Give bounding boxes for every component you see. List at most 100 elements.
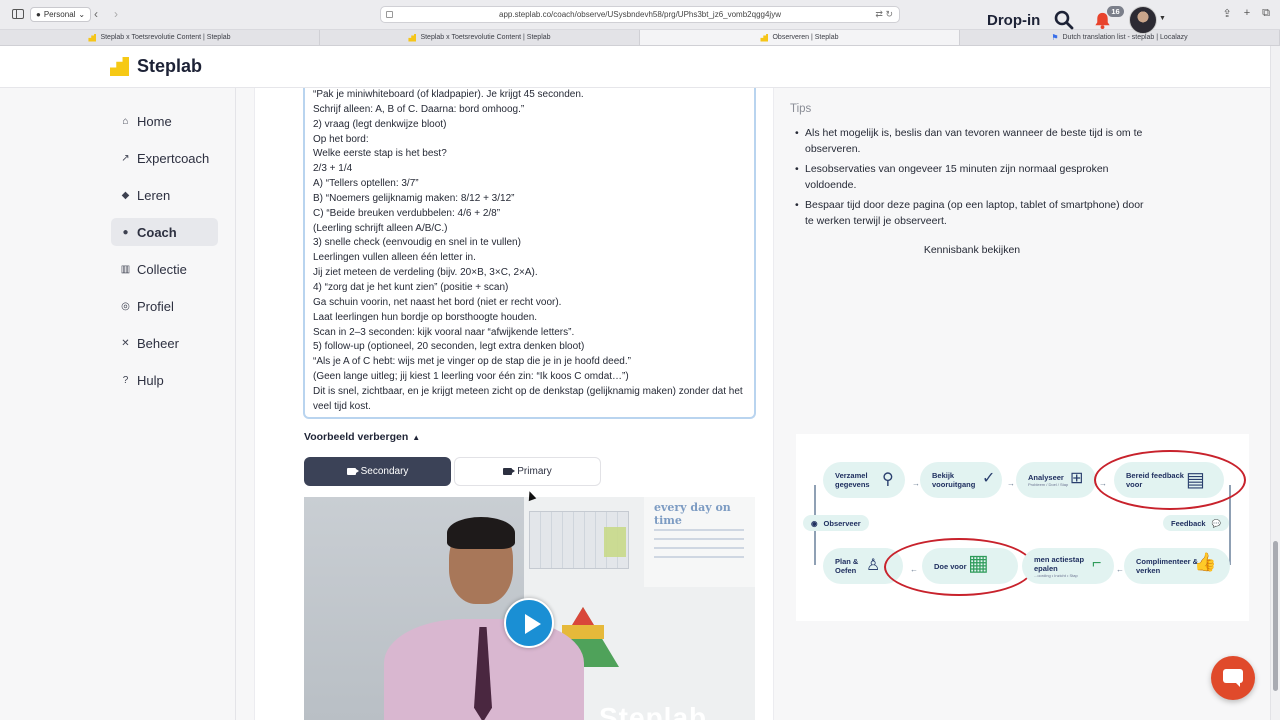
- browser-tab-active[interactable]: Observeren | Steplab: [640, 30, 960, 45]
- sidebar-item-collectie[interactable]: ▥ Collectie: [111, 255, 218, 283]
- step-label: Complimenteer & verken: [1136, 557, 1199, 575]
- sidebar-item-leren[interactable]: ◆ Leren: [111, 181, 218, 209]
- address-bar[interactable]: app.steplab.co/coach/observe/USysbndevh5…: [380, 6, 900, 23]
- steplab-logo[interactable]: Steplab: [110, 56, 202, 77]
- browser-toolbar: ● Personal ⌄ ‹ › app.steplab.co/coach/ob…: [0, 0, 1280, 30]
- example-line: B) “Noemers gelijknamig maken: 8/12 + 3/…: [313, 192, 515, 204]
- example-lines: “Pak je miniwhiteboard (of kladpapier). …: [313, 88, 746, 385]
- sidebar-item-profiel[interactable]: ◎ Profiel: [111, 292, 218, 320]
- books-icon: ▥: [120, 263, 131, 275]
- tab-title: Steplab x Toetsrevolutie Content | Stepl…: [420, 34, 551, 41]
- share-icon[interactable]: ⇪: [1222, 7, 1231, 20]
- tip-item: Lesobservaties van ongeveer 15 minuten z…: [795, 161, 1150, 193]
- tips-list: Als het mogelijk is, beslis dan van tevo…: [795, 125, 1150, 233]
- translate-reload-icons[interactable]: ⇄ ↻: [875, 9, 893, 20]
- example-line: Ga schuin voorin, net naast het bord (ni…: [313, 296, 562, 308]
- example-line: Op het bord:: [313, 133, 369, 145]
- page-settings-icon[interactable]: [386, 11, 393, 18]
- example-line: 2) vraag (legt denkwijze bloot): [313, 118, 447, 130]
- localazy-favicon-icon: ⚑: [1051, 32, 1059, 42]
- speech-bubble-icon: 💬: [1211, 518, 1221, 528]
- chart-icon: ↗: [121, 152, 130, 164]
- chat-bubble-icon: ●: [122, 226, 129, 238]
- steplab-favicon-icon: [760, 33, 769, 42]
- sidebar-item-hulp[interactable]: ? Hulp: [111, 366, 218, 394]
- page-scrollbar[interactable]: [1270, 46, 1280, 720]
- user-circle-icon: ◎: [121, 300, 130, 312]
- browser-tab[interactable]: ⚑ Dutch translation list - steplab | Loc…: [960, 30, 1280, 45]
- toggle-label: Voorbeeld verbergen: [304, 431, 409, 443]
- chat-support-button[interactable]: [1211, 656, 1255, 700]
- browser-tab[interactable]: Steplab x Toetsrevolutie Content | Stepl…: [320, 30, 640, 45]
- profile-selector[interactable]: ● Personal ⌄: [30, 7, 92, 22]
- highlight-ring: [1094, 450, 1246, 510]
- step-label: Analyseer: [1028, 473, 1064, 482]
- video-poster-lines: [654, 529, 744, 559]
- knowledge-base-button[interactable]: Kennisbank bekijken: [790, 239, 1154, 261]
- arrow-right-icon: →: [1007, 479, 1015, 488]
- new-tab-icon[interactable]: +: [1244, 7, 1250, 20]
- profile-label: Personal: [43, 10, 76, 19]
- video-poster-text: every day on time: [654, 501, 731, 527]
- magnifier-icon: ⚲: [882, 471, 894, 488]
- tools-icon: ✕: [121, 337, 130, 349]
- question-circle-icon: ?: [122, 374, 129, 386]
- example-line: Scan in 2–3 seconden: kijk vooral naar “…: [313, 326, 575, 338]
- example-line: Leerlingen vullen alleen één letter in.: [313, 252, 476, 264]
- tab-overview-icon[interactable]: ⧉: [1262, 7, 1270, 20]
- sidebar-item-label: Coach: [137, 224, 177, 240]
- sidebar-item-beheer[interactable]: ✕ Beheer: [111, 329, 218, 357]
- example-line: 5) follow-up (optioneel, 20 seconden, le…: [313, 341, 585, 353]
- coaching-cycle-diagram: Verzamel gegevens ⚲ → Bekijk vooruitgang…: [796, 434, 1249, 621]
- video-watermark: Steplab: [599, 702, 708, 720]
- stairs-icon: ⌐: [1092, 555, 1102, 572]
- browser-tab[interactable]: Steplab x Toetsrevolutie Content | Stepl…: [0, 30, 320, 45]
- search-icon[interactable]: [1054, 10, 1074, 30]
- notification-badge: 16: [1107, 6, 1124, 17]
- back-icon[interactable]: ‹: [94, 7, 98, 22]
- flowchart-icon: ⊞: [1070, 470, 1084, 487]
- sidebar-item-label: Profiel: [137, 298, 174, 314]
- avatar[interactable]: [1129, 6, 1157, 34]
- play-icon[interactable]: [504, 598, 554, 648]
- drop-in-button[interactable]: Drop-in: [987, 12, 1040, 29]
- hide-example-toggle[interactable]: Voorbeeld verbergen ▲: [304, 431, 420, 443]
- example-conclusion: Dit is snel, zichtbaar, en je krijgt met…: [313, 385, 743, 412]
- sidebar-item-label: Collectie: [137, 261, 187, 277]
- example-text-area[interactable]: “Pak je miniwhiteboard (of kladpapier). …: [303, 88, 756, 419]
- step-analyse: Analyseer Probleem / Doel / Stap: [1016, 462, 1096, 498]
- url-text: app.steplab.co/coach/observe/USysbndevh5…: [499, 10, 781, 19]
- caret-down-icon[interactable]: ▼: [1159, 15, 1166, 22]
- example-line: 4) “zorg dat je het kunt zien” (positie …: [313, 281, 509, 293]
- scrollbar-thumb[interactable]: [1273, 541, 1278, 691]
- example-line: C) “Beide breuken verdubbelen: 4/6 + 2/8…: [313, 207, 501, 219]
- tips-title: Tips: [790, 103, 812, 115]
- example-line: 3) snelle check (eenvoudig en snel in te…: [313, 237, 521, 249]
- sidebar-item-coach[interactable]: ● Coach: [111, 218, 218, 246]
- example-line: Laat leerlingen hun bordje op borsthoogt…: [313, 311, 538, 323]
- example-line: 2/3 + 1/4: [313, 163, 353, 175]
- secondary-video-button[interactable]: Secondary: [304, 457, 451, 486]
- forward-icon[interactable]: ›: [114, 7, 118, 22]
- video-table-highlight: [604, 527, 626, 557]
- check-circle-icon: ✓: [982, 470, 996, 487]
- tip-item: Als het mogelijk is, beslis dan van tevo…: [795, 125, 1150, 157]
- arrow-left-icon: ←: [1116, 565, 1124, 574]
- highlight-ring: [884, 538, 1034, 596]
- sidebar-item-home[interactable]: ⌂ Home: [111, 107, 218, 135]
- example-video[interactable]: every day on time Steplab: [304, 497, 755, 720]
- sidebar-item-label: Hulp: [137, 372, 164, 388]
- sidebar-item-expertcoach[interactable]: ↗ Expertcoach: [111, 144, 218, 172]
- example-line: “Als je A of C hebt: wijs met je vinger …: [313, 356, 631, 368]
- graduation-cap-icon: ◆: [121, 189, 130, 201]
- sidebar-toggle-icon[interactable]: [12, 9, 24, 19]
- example-line: A) “Tellers optellen: 3/7”: [313, 178, 419, 190]
- eye-icon: ◉: [811, 518, 818, 528]
- video-teacher-hair: [447, 517, 515, 549]
- video-camera-icon: [503, 468, 516, 475]
- example-line: (Geen lange uitleg; jij kiest 1 leerling…: [313, 371, 629, 383]
- step-label: Observeer: [823, 518, 861, 528]
- example-line: (Leerling schrijft alleen A/B/C.): [313, 222, 448, 234]
- tab-title: Observeren | Steplab: [772, 34, 839, 41]
- primary-video-button[interactable]: Primary: [454, 457, 601, 486]
